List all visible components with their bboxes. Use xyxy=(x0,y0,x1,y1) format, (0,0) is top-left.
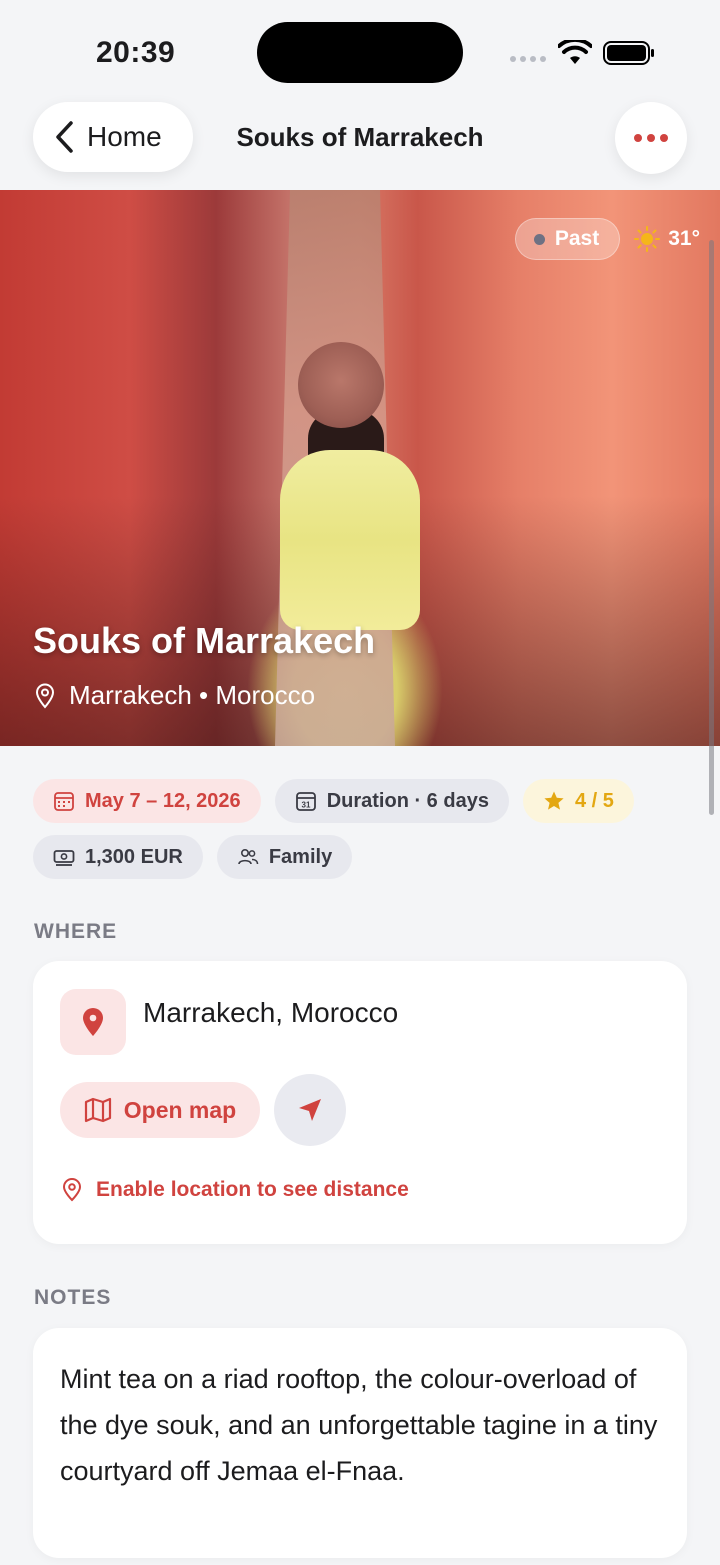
budget-chip: 1,300 EUR xyxy=(33,835,203,879)
hero-title: Souks of Marrakech xyxy=(33,620,376,661)
status-badge-label: Past xyxy=(554,227,600,250)
cellular-signal-icon xyxy=(510,56,546,62)
enable-location-link[interactable]: Enable location to see distance xyxy=(62,1178,409,1202)
where-section-label: WHERE xyxy=(34,920,118,943)
hero-location-label: Marrakech • Morocco xyxy=(69,680,316,710)
battery-icon xyxy=(603,41,654,65)
navigation-arrow-icon xyxy=(299,1099,321,1121)
dates-chip: May 7 – 12, 2026 xyxy=(33,779,261,823)
companions-chip-label: Family xyxy=(268,845,333,868)
notes-card: Mint tea on a riad rooftop, the colour-o… xyxy=(33,1328,687,1558)
weather-indicator: 31° xyxy=(634,226,700,252)
where-place-name: Marrakech, Morocco xyxy=(143,997,399,1028)
budget-chip-label: 1,300 EUR xyxy=(85,845,183,868)
notes-section-label: NOTES xyxy=(34,1286,112,1309)
temperature: 31° xyxy=(668,227,700,250)
scrollbar[interactable] xyxy=(709,240,714,815)
dynamic-island xyxy=(257,22,463,83)
page-title: Souks of Marrakech xyxy=(236,122,484,152)
location-pin-icon xyxy=(60,989,126,1055)
status-bar: 20:39 xyxy=(0,0,720,100)
navigation-bar: Home Souks of Marrakech xyxy=(0,100,720,190)
rating-chip-label: 4 / 5 xyxy=(574,789,614,812)
people-icon xyxy=(238,848,259,865)
duration-chip: 31 Duration · 6 days xyxy=(274,779,509,823)
notes-text: Mint tea on a riad rooftop, the colour-o… xyxy=(60,1364,658,1486)
open-map-button[interactable]: Open map xyxy=(60,1082,260,1138)
svg-text:31: 31 xyxy=(301,801,310,810)
status-time: 20:39 xyxy=(96,36,176,69)
hero-badges: Past 31° xyxy=(514,218,700,260)
enable-location-label: Enable location to see distance xyxy=(96,1178,409,1201)
duration-chip-label: Duration · 6 days xyxy=(326,789,489,812)
where-card: Marrakech, Morocco Open map Enable locat… xyxy=(33,961,687,1244)
open-map-label: Open map xyxy=(123,1096,237,1123)
location-pin-icon xyxy=(62,1178,82,1202)
navigate-button[interactable] xyxy=(274,1074,346,1146)
status-badge: Past xyxy=(514,218,621,260)
companions-chip: Family xyxy=(216,835,353,879)
more-dots-icon xyxy=(634,134,642,142)
trip-info-chips: May 7 – 12, 2026 31 Duration · 6 days 4 … xyxy=(33,779,693,879)
calendar-icon xyxy=(54,792,74,811)
hero-location: Marrakech • Morocco xyxy=(35,680,315,711)
wifi-icon xyxy=(558,40,592,64)
dates-chip-label: May 7 – 12, 2026 xyxy=(85,789,241,812)
sun-icon xyxy=(634,226,661,252)
rating-chip: 4 / 5 xyxy=(522,779,634,823)
star-icon xyxy=(544,791,564,810)
more-options-button[interactable] xyxy=(615,102,687,174)
calendar-31-icon: 31 xyxy=(295,792,316,811)
location-pin-icon xyxy=(35,683,55,709)
hero-image: Past 31° Souks of Marrakech Marrakech • … xyxy=(0,190,720,746)
banknote-icon xyxy=(53,850,75,866)
map-icon xyxy=(84,1097,111,1123)
